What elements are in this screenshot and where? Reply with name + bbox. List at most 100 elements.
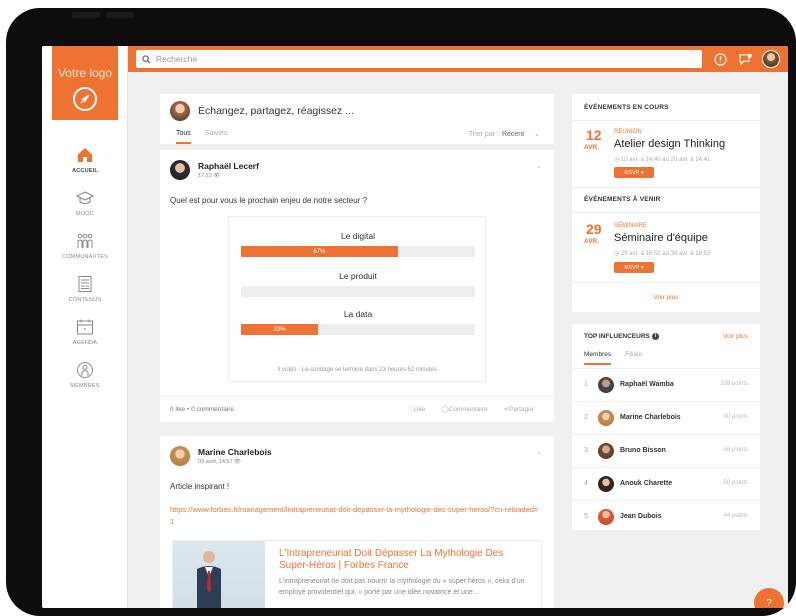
logo[interactable]: Votre logo	[52, 46, 118, 120]
sidebar-item-agenda[interactable]: AGENDA	[42, 318, 128, 361]
rank: 5	[584, 513, 588, 520]
rsvp-button[interactable]: RSVP ▾	[614, 167, 654, 178]
search-input[interactable]	[156, 54, 676, 64]
list-item[interactable]: 5 Jean Dubois 44 points	[572, 500, 760, 533]
top-bar	[128, 46, 788, 72]
poll-option[interactable]: Le digital 67%	[241, 231, 475, 257]
sidebar-item-label: MEMBRES	[70, 383, 100, 389]
top-icons	[712, 50, 780, 68]
influencers-more-link[interactable]: Voir plus	[723, 333, 748, 340]
share-button[interactable]: ≺Partager	[504, 405, 534, 413]
tablet-frame: Votre logo ACCUEIL MOOC COMMUNAUTÉS CONT…	[6, 8, 796, 616]
sidebar-item-contenus[interactable]: CONTENUS	[42, 275, 128, 318]
influencer-points: 56 points	[723, 447, 748, 453]
tab-suivies[interactable]: Suivies	[205, 130, 228, 144]
list-item[interactable]: 2 Marine Charlebois 90 points	[572, 401, 760, 434]
divider	[572, 187, 760, 188]
chat-icon[interactable]	[737, 51, 754, 68]
chevron-down-icon[interactable]: ⌄	[536, 448, 542, 456]
sidebar-item-accueil[interactable]: ACCUEIL	[42, 146, 128, 189]
tab-membres[interactable]: Membres	[584, 351, 612, 365]
event-title[interactable]: Séminaire d'équipe	[614, 232, 708, 244]
poll: Le digital 67% Le produit La data 33% 3 …	[228, 216, 486, 382]
search-box[interactable]	[136, 50, 702, 68]
avatar	[598, 476, 614, 492]
rank: 4	[584, 480, 588, 487]
clock-icon: ◷	[614, 251, 620, 257]
poll-fill: 67%	[241, 246, 398, 257]
influencers-title: TOP INFLUENCEURS i	[584, 333, 659, 340]
tab-tous[interactable]: Tous	[176, 130, 191, 144]
like-button[interactable]: ♡Like	[408, 405, 426, 413]
sidebar-item-label: CONTENUS	[68, 297, 102, 303]
event-day: 12	[586, 127, 602, 143]
member-icon	[77, 362, 93, 378]
clock-icon: ◷	[614, 157, 620, 163]
rank: 2	[584, 414, 588, 421]
feed-tabs: Tous Suivies	[176, 130, 227, 144]
influencer-name: Marine Charlebois	[620, 414, 681, 421]
poll-option-label: Le digital	[340, 231, 376, 241]
sidebar-item-membres[interactable]: MEMBRES	[42, 361, 128, 404]
poll-option[interactable]: Le produit	[241, 271, 475, 297]
graduation-cap-icon	[76, 191, 94, 205]
post-question: Quel est pour vous le prochain enjeu de …	[170, 196, 368, 205]
list-item[interactable]: 4 Anouk Charette 50 points	[572, 467, 760, 500]
rank: 3	[584, 447, 588, 454]
sort-value: Récent	[501, 131, 525, 138]
comment-button[interactable]: ◯Commentaire	[441, 405, 487, 413]
event-time: ◷ 10 avr. à 14:40 au 20 avr. à 14:41	[614, 157, 711, 163]
list-item[interactable]: 3 Bruno Bisson 56 points	[572, 434, 760, 467]
sort-selector[interactable]: Trier par : Récent ⌄	[469, 130, 540, 138]
influencer-name: Jean Dubois	[620, 513, 662, 520]
influencer-points: 90 points	[723, 414, 748, 420]
divider	[572, 212, 760, 213]
link-thumbnail	[173, 541, 265, 608]
event-title[interactable]: Atelier design Thinking	[614, 138, 725, 150]
help-button[interactable]: ?	[754, 588, 784, 608]
composer-prompt[interactable]: Échangez, partagez, réagissez ...	[198, 105, 354, 117]
event-day: 29	[586, 221, 602, 237]
influencer-points: 44 points	[723, 513, 748, 519]
rocket-icon	[73, 87, 97, 111]
poll-option[interactable]: La data 33%	[241, 309, 475, 335]
list-item[interactable]: 1 Raphaël Wamba 338 points	[572, 368, 760, 401]
avatar	[598, 443, 614, 459]
poll-bar: 67%	[241, 246, 475, 257]
link-title[interactable]: L'Intrapreneuriat Doit Dépasser La Mytho…	[279, 548, 535, 572]
poll-footer: 3 votes · Le sondage se termine dans 23 …	[277, 367, 437, 373]
community-icon	[77, 233, 93, 248]
event-type: RÉUNION	[614, 129, 642, 135]
link-preview[interactable]: L'Intrapreneuriat Doit Dépasser La Mytho…	[172, 540, 542, 608]
avatar[interactable]	[170, 446, 190, 466]
post-author[interactable]: Marine Charlebois	[198, 447, 272, 457]
link-description: L'intrapreneuriat ne doit pas nourrir la…	[279, 578, 525, 596]
poll-bar	[241, 286, 475, 297]
post-author[interactable]: Raphaël Lecerf	[198, 161, 259, 171]
eye-icon: 👁	[213, 173, 221, 179]
events-current-title: ÉVÉNEMENTS EN COURS	[584, 104, 669, 111]
avatar	[170, 101, 190, 121]
post-composer: Échangez, partagez, réagissez ... Tous S…	[160, 94, 554, 144]
sidebar-item-communautes[interactable]: COMMUNAUTÉS	[42, 232, 128, 275]
avatar	[598, 377, 614, 393]
notification-icon[interactable]	[712, 51, 729, 68]
event-month: AVR.	[584, 144, 600, 151]
avatar[interactable]	[170, 160, 190, 180]
sidebar-item-mooc[interactable]: MOOC	[42, 189, 128, 232]
likes-count[interactable]: 0 like • 0 commentaire	[170, 406, 234, 413]
post-text: Article inspirant !	[170, 482, 230, 491]
event-type: SÉMINAIRE	[614, 223, 648, 229]
avatar	[598, 509, 614, 525]
influencer-points: 50 points	[723, 480, 748, 486]
post-card: Marine Charlebois 09 avril, 14:57 👁 ⌄ Ar…	[160, 436, 554, 608]
chevron-down-icon[interactable]: ⌄	[536, 162, 542, 170]
poll-fill: 33%	[241, 324, 319, 335]
post-link[interactable]: https://www.forbes.fr/management/lintrap…	[170, 504, 540, 528]
eye-icon: 👁	[234, 459, 242, 465]
rsvp-button[interactable]: RSVP ▾	[614, 262, 654, 273]
events-more-link[interactable]: Voir plus	[572, 294, 760, 301]
info-icon[interactable]: i	[651, 333, 659, 340]
user-avatar[interactable]	[762, 50, 780, 68]
tab-filiale[interactable]: Filiale	[625, 351, 642, 365]
